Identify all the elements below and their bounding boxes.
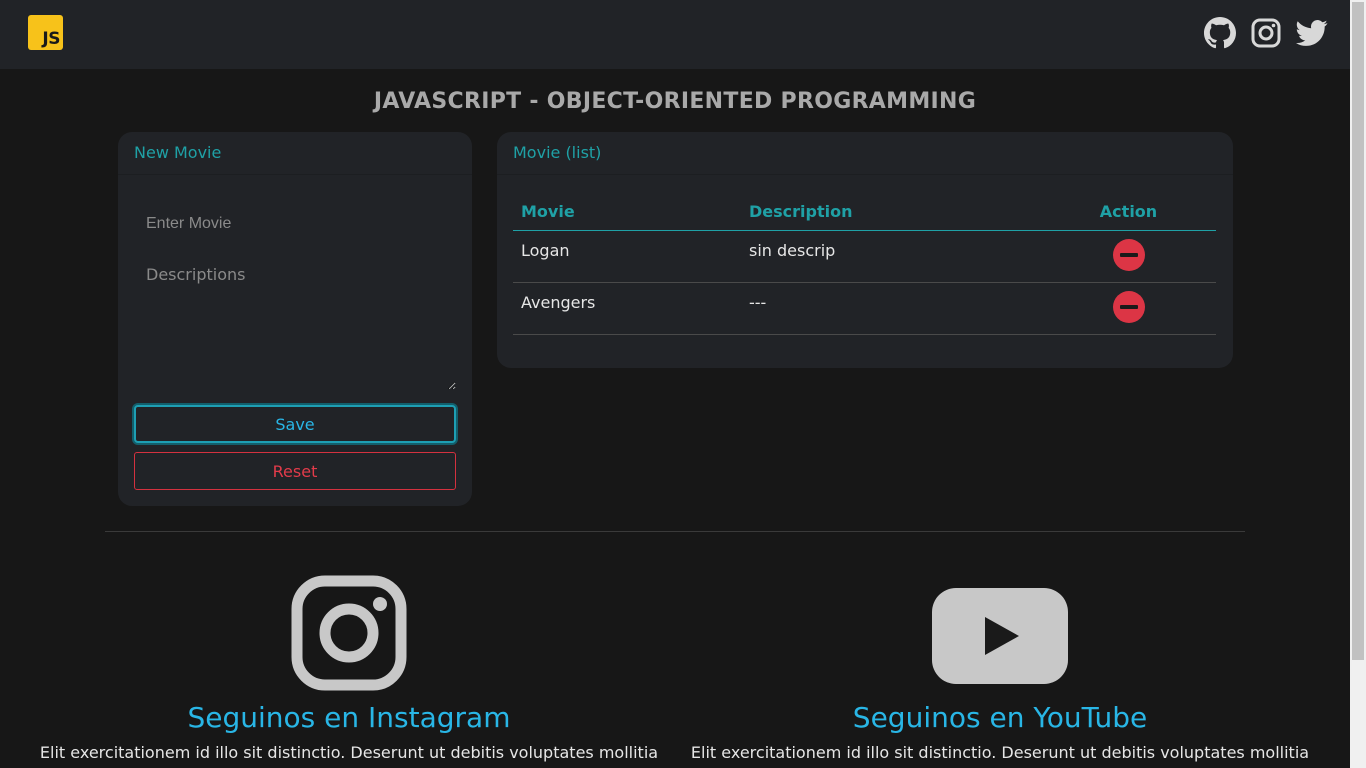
column-header-description: Description <box>741 194 1041 231</box>
movie-list-header: Movie (list) <box>497 132 1233 175</box>
new-movie-card: New Movie Save Reset <box>118 132 472 506</box>
youtube-icon[interactable] <box>930 575 1070 691</box>
instagram-icon[interactable] <box>1250 17 1282 49</box>
scrollbar-thumb[interactable] <box>1352 2 1364 660</box>
github-icon[interactable] <box>1204 17 1236 49</box>
description-textarea[interactable] <box>134 253 456 390</box>
description-cell: sin descrip <box>741 230 1041 283</box>
save-button[interactable]: Save <box>134 405 456 443</box>
js-logo[interactable]: JS <box>28 15 63 50</box>
column-header-movie: Movie <box>513 194 741 231</box>
follow-youtube-text: Elit exercitationem id illo sit distinct… <box>690 743 1310 762</box>
social-links <box>1204 17 1328 49</box>
movie-table: Movie Description Action Logan sin descr… <box>513 194 1216 335</box>
follow-youtube: Seguinos en YouTube Elit exercitationem … <box>665 575 1335 762</box>
follow-instagram-text: Elit exercitationem id illo sit distinct… <box>39 743 659 762</box>
table-row: Avengers --- <box>513 282 1216 335</box>
action-cell <box>1041 282 1216 335</box>
follow-instagram-title[interactable]: Seguinos en Instagram <box>14 701 684 735</box>
section-divider <box>105 531 1245 532</box>
movie-cell: Avengers <box>513 282 741 335</box>
instagram-icon[interactable] <box>291 575 407 691</box>
logo-text: JS <box>42 29 60 49</box>
twitter-icon[interactable] <box>1296 17 1328 49</box>
action-cell <box>1041 230 1216 283</box>
follow-youtube-title[interactable]: Seguinos en YouTube <box>665 701 1335 735</box>
movie-list-card: Movie (list) Movie Description Action Lo… <box>497 132 1233 368</box>
delete-icon[interactable] <box>1112 290 1145 323</box>
movie-cell: Logan <box>513 230 741 283</box>
movie-input[interactable] <box>134 204 456 244</box>
navbar: JS <box>0 0 1350 69</box>
column-header-action: Action <box>1041 194 1216 231</box>
table-header-row: Movie Description Action <box>513 194 1216 231</box>
follow-instagram: Seguinos en Instagram Elit exercitatione… <box>14 575 684 762</box>
page-title: JAVASCRIPT - OBJECT-ORIENTED PROGRAMMING <box>373 89 977 114</box>
delete-icon[interactable] <box>1112 238 1145 271</box>
table-row: Logan sin descrip <box>513 230 1216 283</box>
new-movie-header: New Movie <box>118 132 472 175</box>
page-scrollbar[interactable] <box>1350 0 1366 768</box>
page: JS JAVASCRIPT - OBJECT-ORIENTED PROGRAMM… <box>0 0 1350 768</box>
reset-button[interactable]: Reset <box>134 452 456 490</box>
description-cell: --- <box>741 282 1041 335</box>
